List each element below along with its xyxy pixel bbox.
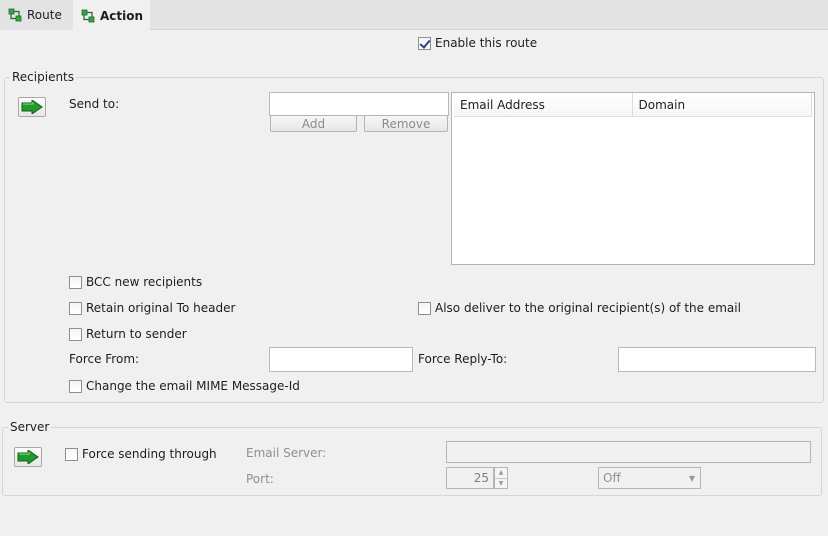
change-mime-label: Change the email MIME Message-Id [86, 379, 300, 393]
force-sending-label: Force sending through [82, 447, 217, 461]
route-icon [81, 9, 95, 23]
port-input[interactable]: 25 [446, 467, 494, 489]
recipients-table[interactable]: Email Address Domain [451, 92, 815, 265]
also-deliver-label: Also deliver to the original recipient(s… [435, 301, 741, 315]
force-from-input[interactable] [269, 347, 413, 372]
port-label: Port: [246, 472, 274, 486]
column-header-domain[interactable]: Domain [633, 93, 812, 116]
enable-route-label: Enable this route [435, 36, 538, 50]
recipients-forward-button[interactable] [18, 97, 46, 117]
tab-action[interactable]: Action [73, 0, 150, 31]
retain-to-row: Retain original To header [69, 301, 235, 315]
return-sender-checkbox[interactable] [69, 327, 82, 341]
tab-route-label: Route [27, 8, 62, 22]
force-sending-row: Force sending through [65, 447, 217, 461]
server-legend: Server [8, 420, 52, 434]
tab-route[interactable]: Route [0, 0, 73, 30]
force-from-label: Force From: [69, 352, 140, 366]
change-mime-checkbox[interactable] [69, 379, 82, 393]
recipients-legend: Recipients [10, 70, 77, 84]
also-deliver-checkbox[interactable] [418, 301, 431, 315]
email-server-input[interactable] [446, 441, 811, 463]
force-reply-to-input[interactable] [618, 347, 816, 372]
bcc-row: BCC new recipients [69, 275, 202, 289]
bcc-label: BCC new recipients [86, 275, 203, 289]
port-spinner[interactable]: ▲ ▼ [494, 467, 508, 489]
spin-up-icon[interactable]: ▲ [495, 468, 507, 479]
chevron-down-icon: ▼ [688, 473, 695, 483]
tls-select[interactable]: Off ▼ [598, 467, 701, 489]
spin-down-icon[interactable]: ▼ [495, 479, 507, 489]
return-sender-row: Return to sender [69, 327, 187, 341]
tls-select-value: Off [603, 471, 621, 485]
add-button[interactable]: Add [270, 115, 357, 132]
arrow-right-icon [21, 100, 43, 114]
route-icon [8, 8, 22, 22]
send-to-label: Send to: [69, 97, 120, 111]
force-reply-to-label: Force Reply-To: [418, 352, 508, 366]
send-to-input[interactable] [269, 92, 449, 116]
return-sender-label: Return to sender [86, 327, 187, 341]
email-server-label: Email Server: [246, 446, 327, 460]
retain-to-checkbox[interactable] [69, 301, 82, 315]
change-mime-row: Change the email MIME Message-Id [69, 379, 300, 393]
enable-route-checkbox[interactable] [418, 36, 431, 50]
tab-action-label: Action [100, 8, 144, 23]
server-forward-button[interactable] [14, 447, 42, 467]
column-header-email[interactable]: Email Address [454, 93, 633, 116]
retain-to-label: Retain original To header [86, 301, 236, 315]
table-header: Email Address Domain [454, 93, 812, 117]
force-sending-checkbox[interactable] [65, 447, 78, 461]
remove-button[interactable]: Remove [364, 115, 448, 132]
enable-route-row: Enable this route [418, 36, 537, 50]
also-deliver-row: Also deliver to the original recipient(s… [418, 301, 741, 315]
arrow-right-icon [17, 450, 39, 464]
bcc-checkbox[interactable] [69, 275, 82, 289]
